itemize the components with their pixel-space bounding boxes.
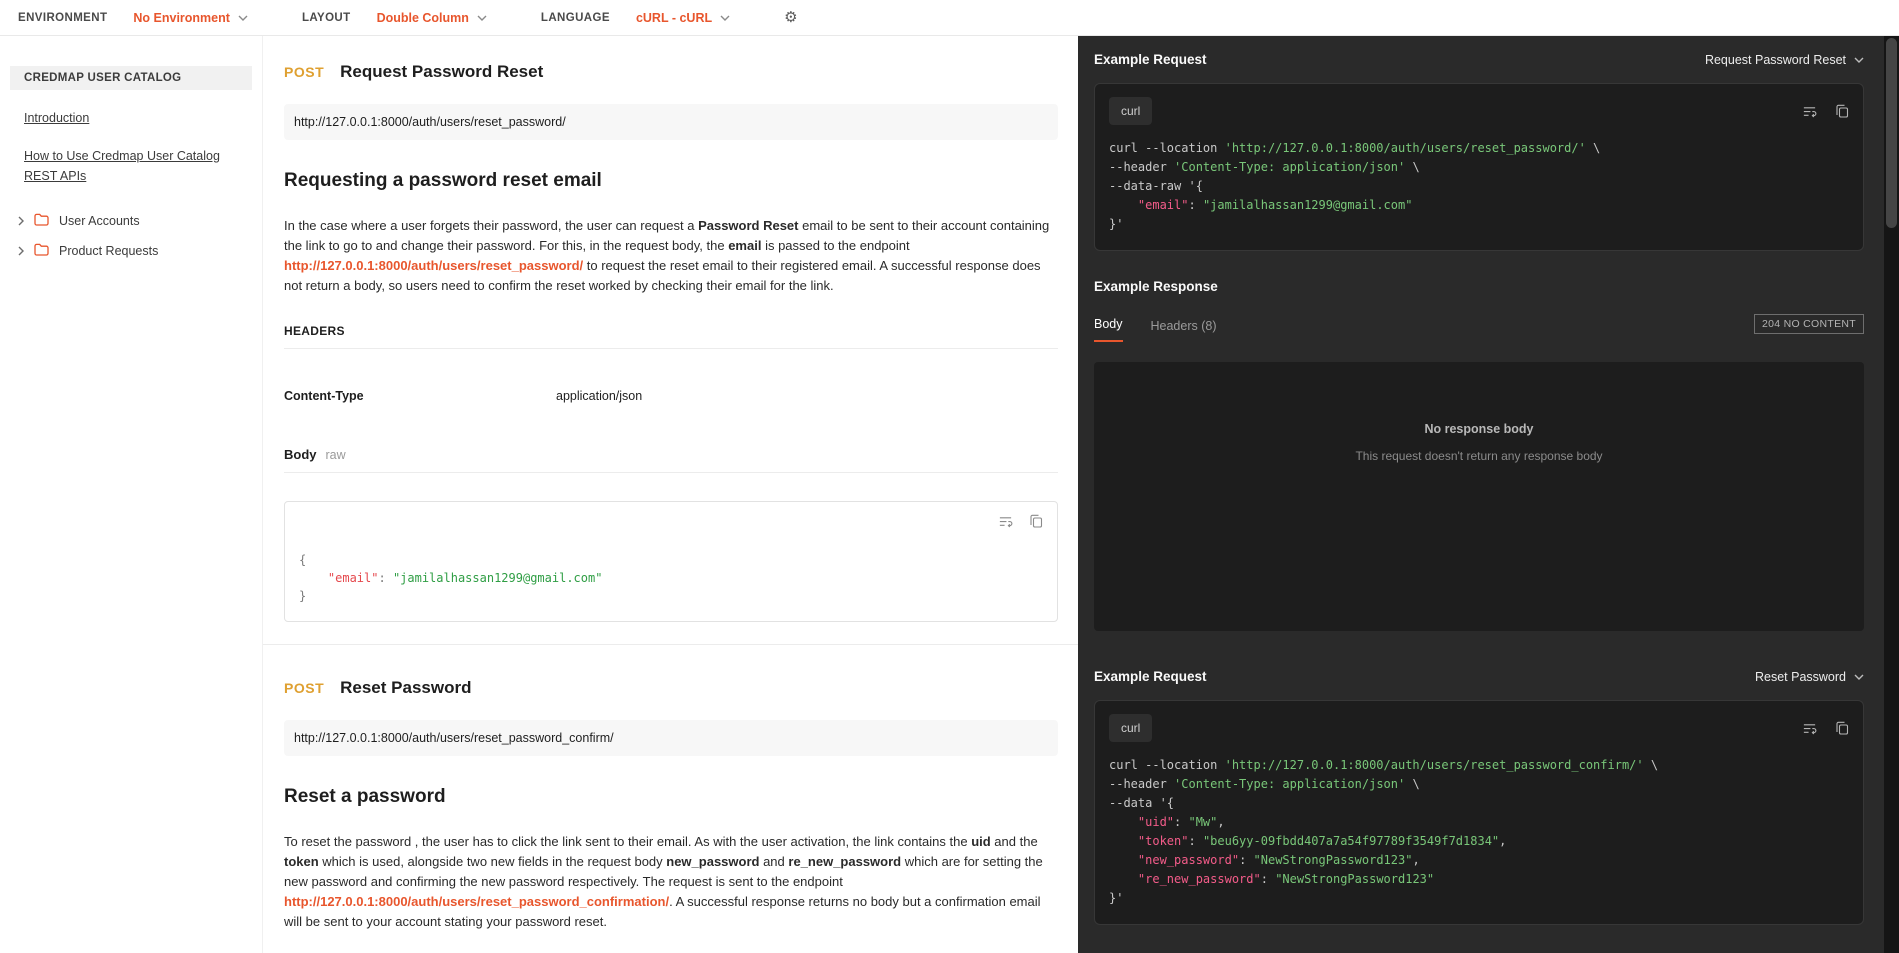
header-name: Content-Type (284, 389, 364, 403)
endpoint-title: Reset Password (340, 678, 472, 697)
wrap-text-icon[interactable] (1802, 104, 1817, 119)
sidebar-item-introduction[interactable]: Introduction (24, 108, 229, 128)
body-mode-label: raw (325, 448, 346, 462)
example-request-selector[interactable]: Request Password Reset (1705, 53, 1864, 67)
sidebar-folder-label: User Accounts (59, 214, 140, 228)
docs-main-column: POST Request Password Reset http://127.0… (262, 36, 1078, 953)
empty-response-subtitle: This request doesn't return any response… (1355, 449, 1603, 463)
collection-title[interactable]: CREDMAP USER CATALOG (10, 66, 252, 90)
status-badge: 204 NO CONTENT (1753, 314, 1864, 334)
chevron-down-icon (477, 15, 487, 21)
example-panel: Example Request Request Password Reset c… (1078, 36, 1884, 953)
chevron-down-icon (1854, 674, 1864, 680)
example-request-heading: Example Request (1094, 669, 1207, 684)
docs-sidebar: CREDMAP USER CATALOG Introduction How to… (0, 36, 262, 953)
endpoint-reset-password: POST Reset Password http://127.0.0.1:800… (284, 645, 1058, 953)
example-request-code-card: curl curl --location 'http://127.0.0.1:8… (1094, 700, 1864, 925)
header-row: Content-Type application/json (284, 389, 1058, 403)
tab-headers[interactable]: Headers (8) (1151, 319, 1217, 342)
environment-label: ENVIRONMENT (18, 11, 108, 24)
endpoint-url: http://127.0.0.1:8000/auth/users/reset_p… (284, 720, 1058, 756)
endpoint-title: Request Password Reset (340, 62, 544, 81)
endpoint-request-password-reset: POST Request Password Reset http://127.0… (284, 62, 1058, 622)
body-section-label: Body raw (284, 447, 1058, 473)
copy-icon[interactable] (1835, 721, 1849, 736)
curl-code: curl --location 'http://127.0.0.1:8000/a… (1109, 141, 1601, 231)
wrap-text-icon[interactable] (998, 514, 1013, 529)
request-body-code-block: { "email": "jamilalhassan1299@gmail.com"… (284, 501, 1058, 622)
tab-body[interactable]: Body (1094, 317, 1123, 342)
language-label: LANGUAGE (540, 11, 610, 24)
example-request-selector[interactable]: Reset Password (1755, 670, 1864, 684)
chevron-down-icon (238, 15, 248, 21)
section-heading: Reset a password (284, 786, 446, 807)
settings-gear-icon[interactable]: ⚙ (784, 10, 797, 25)
chevron-down-icon (720, 15, 730, 21)
section-heading: Requesting a password reset email (284, 170, 602, 191)
chevron-right-icon[interactable] (18, 216, 24, 226)
description-paragraph: To reset the password , the user has to … (284, 834, 1043, 929)
wrap-text-icon[interactable] (1802, 721, 1817, 736)
copy-icon[interactable] (1029, 514, 1043, 529)
example-request-heading: Example Request (1094, 52, 1207, 67)
headers-section-label: HEADERS (284, 324, 1058, 349)
language-tab-curl[interactable]: curl (1109, 97, 1153, 125)
folder-icon (34, 243, 49, 259)
endpoint-url: http://127.0.0.1:8000/auth/users/reset_p… (284, 104, 1058, 140)
chevron-right-icon[interactable] (18, 246, 24, 256)
folder-icon (34, 213, 49, 229)
header-value: application/json (556, 389, 643, 403)
request-body-json: { "email": "jamilalhassan1299@gmail.com"… (299, 553, 603, 603)
sidebar-folder-product-requests[interactable]: Product Requests (0, 236, 262, 266)
settings-toolbar: ENVIRONMENT No Environment LAYOUT Double… (0, 0, 1899, 36)
inline-link[interactable]: http://127.0.0.1:8000/auth/users/reset_p… (284, 258, 583, 273)
curl-code: curl --location 'http://127.0.0.1:8000/a… (1109, 758, 1659, 905)
layout-label: LAYOUT (301, 11, 351, 24)
http-method-badge: POST (284, 64, 325, 80)
scrollbar-thumb[interactable] (1886, 38, 1897, 228)
layout-selector[interactable]: Double Column (377, 11, 487, 25)
scrollbar[interactable] (1884, 36, 1899, 953)
language-selector[interactable]: cURL - cURL (636, 11, 730, 25)
description-paragraph: In the case where a user forgets their p… (284, 218, 1050, 293)
example-response-heading: Example Response (1094, 279, 1218, 294)
sidebar-folder-user-accounts[interactable]: User Accounts (0, 206, 262, 236)
http-method-badge: POST (284, 680, 325, 696)
chevron-down-icon (1854, 57, 1864, 63)
copy-icon[interactable] (1835, 104, 1849, 119)
inline-link[interactable]: http://127.0.0.1:8000/auth/users/reset_p… (284, 894, 669, 909)
environment-selector[interactable]: No Environment (133, 11, 248, 25)
empty-response-title: No response body (1424, 422, 1534, 436)
response-tabs: Body Headers (8) 204 NO CONTENT (1094, 314, 1864, 342)
sidebar-item-how-to-use[interactable]: How to Use Credmap User Catalog REST API… (24, 146, 229, 186)
example-request-code-card: curl curl --location 'http://127.0.0.1:8… (1094, 83, 1864, 251)
sidebar-folder-label: Product Requests (59, 244, 159, 258)
language-tab-curl[interactable]: curl (1109, 714, 1153, 742)
response-body-empty: No response body This request doesn't re… (1094, 362, 1864, 631)
